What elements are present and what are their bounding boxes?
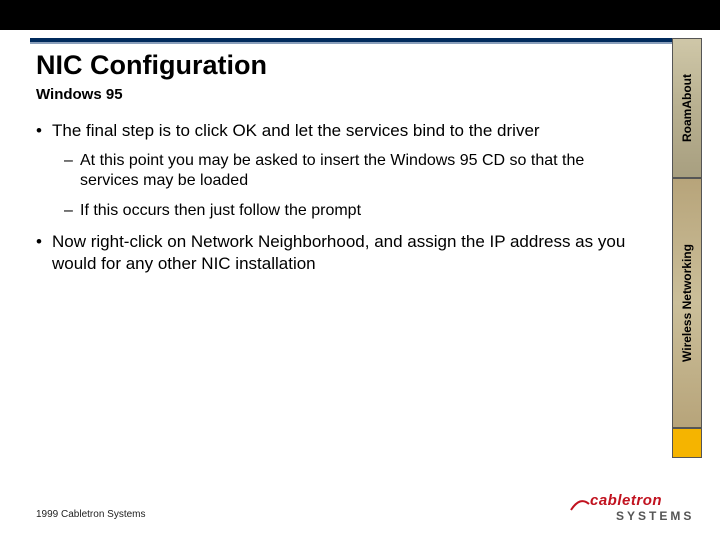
slide: NIC Configuration Windows 95 The final s… — [0, 0, 720, 540]
page-subtitle: Windows 95 — [36, 86, 123, 103]
logo-word-cabletron: cabletron — [590, 492, 662, 509]
body-text: The final step is to click OK and let th… — [36, 112, 646, 284]
sidebar-segment-accent — [672, 428, 702, 458]
top-black-bar — [0, 0, 720, 30]
footer-copyright: 1999 Cabletron Systems — [36, 509, 146, 520]
sidebar-segment-wireless: Wireless Networking — [672, 178, 702, 428]
header-rule-light — [30, 42, 690, 44]
bullet-level2: If this occurs then just follow the prom… — [64, 201, 646, 221]
cabletron-logo: cabletron SYSTEMS — [570, 492, 690, 526]
bullet-level1: Now right-click on Network Neighborhood,… — [36, 231, 646, 274]
right-sidebar: RoamAbout Wireless Networking — [672, 38, 702, 458]
logo-word-systems: SYSTEMS — [616, 509, 694, 523]
sidebar-segment-roamabout: RoamAbout — [672, 38, 702, 178]
page-title: NIC Configuration — [36, 50, 267, 81]
bullet-level2: At this point you may be asked to insert… — [64, 151, 646, 191]
sidebar-label-top: RoamAbout — [680, 74, 694, 142]
bullet-level1: The final step is to click OK and let th… — [36, 120, 646, 141]
sidebar-label-mid: Wireless Networking — [680, 244, 694, 362]
logo-swoosh-icon — [570, 498, 590, 512]
